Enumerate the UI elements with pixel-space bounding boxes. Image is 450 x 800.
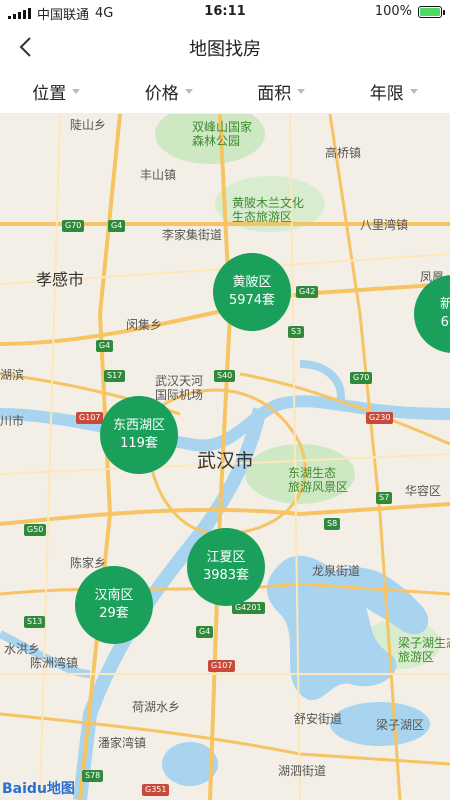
road-badge: G4 xyxy=(108,220,126,232)
road-badge: S3 xyxy=(288,326,305,338)
road-badge: G50 xyxy=(24,524,47,536)
map-label: 闵集乡 xyxy=(126,318,163,332)
map-label: 八里湾镇 xyxy=(360,218,409,232)
map-label: 湖滨 xyxy=(0,368,25,382)
nav-bar: 地图找房 xyxy=(0,24,450,70)
status-right: 100% xyxy=(374,4,445,19)
district-cluster-dongxihu[interactable]: 东西湖区 119套 xyxy=(100,396,178,474)
cluster-count: 5974套 xyxy=(228,293,276,308)
cluster-count: 604 xyxy=(440,315,450,330)
road-badge: G230 xyxy=(366,412,394,424)
status-bar: 中国联通 4G 16:11 100% xyxy=(0,0,450,24)
filter-age[interactable]: 年限 xyxy=(338,70,450,113)
district-cluster-huangpi[interactable]: 黄陂区 5974套 xyxy=(213,253,291,331)
map-label: 森林公园 xyxy=(192,134,241,148)
map-label: 生态旅游区 xyxy=(232,210,293,224)
map-label: 陡山乡 xyxy=(70,118,107,132)
map-label: 陈洲湾镇 xyxy=(30,656,79,670)
map-label: 梁子湖区 xyxy=(376,718,425,732)
cluster-name: 江夏区 xyxy=(206,550,246,565)
filter-bar: 位置 价格 面积 年限 xyxy=(0,70,450,114)
district-cluster-hannan[interactable]: 汉南区 29套 xyxy=(75,566,153,644)
map-view[interactable]: 陡山乡 双峰山国家 森林公园 高桥镇 丰山镇 黄陂木兰文化 生态旅游区 八里湾镇… xyxy=(0,114,450,800)
map-label: 川市 xyxy=(0,414,25,428)
road-badge: S7 xyxy=(376,492,393,504)
map-label: 龙泉街道 xyxy=(312,564,361,578)
map-label: 国际机场 xyxy=(155,388,204,402)
map-label: 高桥镇 xyxy=(325,146,362,160)
map-logo: Baidu地图 xyxy=(2,781,75,797)
road-badge: S13 xyxy=(24,616,46,628)
road-badge: G42 xyxy=(296,286,319,298)
filter-label: 价格 xyxy=(144,84,179,104)
page-title: 地图找房 xyxy=(189,39,261,60)
filter-price[interactable]: 价格 xyxy=(113,70,226,113)
cluster-name: 东西湖区 xyxy=(112,418,165,433)
filter-label: 位置 xyxy=(32,84,67,104)
dropdown-arrow-icon xyxy=(297,89,306,94)
map-label: 舒安街道 xyxy=(294,712,343,726)
road-badge: G4 xyxy=(196,626,214,638)
filter-label: 年限 xyxy=(369,84,404,104)
city-label: 武汉市 xyxy=(197,450,255,472)
battery-icon xyxy=(418,5,445,18)
map-label: 荷湖水乡 xyxy=(132,700,181,714)
map-label: 李家集街道 xyxy=(162,228,223,242)
map-label: 丰山镇 xyxy=(140,168,177,182)
road-badge: G107 xyxy=(76,412,104,424)
map-label: 孝感市 xyxy=(36,270,85,289)
road-badge: S40 xyxy=(214,370,236,382)
cluster-name: 黄陂区 xyxy=(232,275,272,290)
map-label: 潘家湾镇 xyxy=(98,736,147,750)
district-cluster-jiangxia[interactable]: 江夏区 3983套 xyxy=(187,528,265,606)
road-badge: G70 xyxy=(62,220,85,232)
cluster-name: 汉南区 xyxy=(94,588,134,603)
road-badge: G4 xyxy=(96,340,114,352)
cluster-count: 3983套 xyxy=(202,568,250,583)
cluster-name: 新洲 xyxy=(439,297,450,312)
road-badge: G70 xyxy=(350,372,373,384)
road-badge: S8 xyxy=(324,518,341,530)
road-badge: G351 xyxy=(142,784,170,796)
dropdown-arrow-icon xyxy=(184,89,193,94)
road-badge: S78 xyxy=(82,770,104,782)
battery-label: 100% xyxy=(374,4,412,19)
dropdown-arrow-icon xyxy=(409,89,418,94)
cluster-count: 29套 xyxy=(99,606,129,621)
map-label: 湖泗街道 xyxy=(278,764,327,778)
cluster-count: 119套 xyxy=(120,436,158,451)
map-label: 旅游区 xyxy=(398,650,435,664)
filter-location[interactable]: 位置 xyxy=(0,70,113,113)
dropdown-arrow-icon xyxy=(72,89,81,94)
filter-area[interactable]: 面积 xyxy=(225,70,338,113)
map-label: 华容区 xyxy=(405,484,442,498)
map-label: 旅游风景区 xyxy=(288,480,349,494)
road-badge: S17 xyxy=(104,370,126,382)
road-badge: G107 xyxy=(208,660,236,672)
filter-label: 面积 xyxy=(257,84,292,104)
